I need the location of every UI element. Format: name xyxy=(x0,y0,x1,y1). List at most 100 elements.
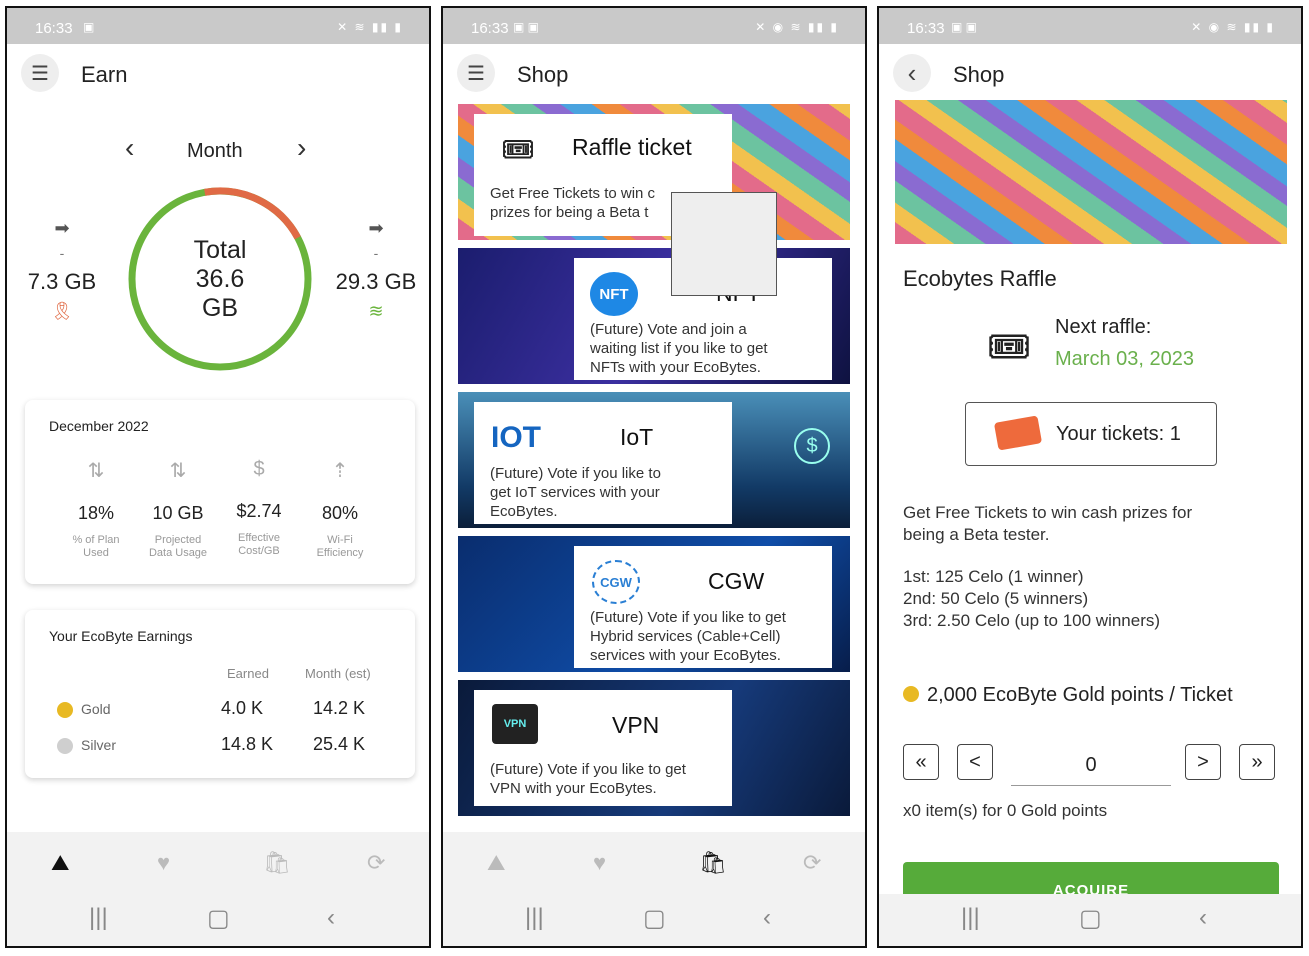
iot-icon: IOT xyxy=(491,421,541,454)
metric-wifi: ⇡ 80% Wi-Fi Efficiency xyxy=(299,458,381,560)
cgw-icon: CGW xyxy=(592,560,640,604)
row-earned: 4.0 K xyxy=(221,698,264,718)
decrease-button[interactable]: < xyxy=(957,744,993,780)
item-title: VPN xyxy=(612,712,660,738)
metric-value: 18% xyxy=(77,503,115,523)
shopping-bag-icon[interactable]: 🛍 xyxy=(699,850,727,876)
shop-item-iot[interactable]: IOT IoT (Future) Vote if you like to get … xyxy=(458,392,850,528)
wifi-arrow-icon: ⇡ xyxy=(331,460,349,482)
menu-icon[interactable]: ☰ xyxy=(457,54,495,92)
back-icon[interactable]: ‹ xyxy=(327,904,335,932)
menu-icon[interactable]: ☰ xyxy=(21,54,59,92)
back-icon[interactable]: ‹ xyxy=(763,904,771,932)
page-title: Shop xyxy=(953,62,1005,87)
system-nav: ||| ▢ ‹ xyxy=(7,894,429,946)
status-time: 16:33 xyxy=(907,20,945,37)
status-time: 16:33 xyxy=(471,20,509,37)
raffle-description: Get Free Tickets to win cash prizes for … xyxy=(903,502,1192,546)
exchange-icon[interactable]: ⟳ xyxy=(367,850,385,876)
item-desc-line: (Future) Vote if you like to xyxy=(490,465,661,482)
your-tickets-button[interactable]: Your tickets: 1 xyxy=(965,402,1217,466)
decrease-max-button[interactable]: « xyxy=(903,744,939,780)
metric-value: 80% xyxy=(321,503,359,523)
chevron-right-icon[interactable]: › xyxy=(297,132,306,164)
next-raffle-date: March 03, 2023 xyxy=(1055,348,1194,370)
shop-item-raffle[interactable]: 🎟 Raffle ticket Get Free Tickets to win … xyxy=(458,104,850,240)
page-title: Shop xyxy=(517,62,569,87)
item-desc-line: Get Free Tickets to win c xyxy=(490,185,656,202)
item-desc: (Future) Vote if you like to get IoT serv… xyxy=(490,464,661,521)
metric-value: $2.74 xyxy=(236,501,282,521)
summary-card: December 2022 ⇅ 18% % of Plan Used ⇅ 10 G… xyxy=(25,400,415,584)
item-desc-line: VPN with your EcoBytes. xyxy=(490,780,657,797)
item-desc-line: prizes for being a Beta t xyxy=(490,204,649,221)
col-month: Month (est) xyxy=(305,666,371,681)
home-icon[interactable]: ▢ xyxy=(1079,904,1102,933)
app-bar: ☰ Shop xyxy=(443,44,865,108)
item-title: IoT xyxy=(620,424,654,450)
wifi-value: 29.3 GB xyxy=(335,269,417,294)
home-icon[interactable]: ▢ xyxy=(207,904,230,933)
metric-label: Efficiency xyxy=(316,547,364,559)
total-label: Total xyxy=(193,236,247,264)
shop-item-nft[interactable]: NFT NFT (Future) Vote and join awaiting … xyxy=(458,248,850,384)
earn-nav-icon[interactable]: ⛰ xyxy=(487,850,505,876)
notification-icon: ▣ xyxy=(83,20,95,34)
cellular-usage: ➡ - 7.3 GB 🎗 xyxy=(17,218,107,322)
period-selector: ‹ Month › xyxy=(7,132,429,166)
status-icons: ✕ ≋ ▮▮ ▮ xyxy=(337,20,403,34)
prize-list: 1st: 125 Celo (1 winner) 2nd: 50 Celo (5… xyxy=(903,566,1160,632)
gold-coin-icon xyxy=(57,702,73,718)
prize-line: 2nd: 50 Celo (5 winners) xyxy=(903,589,1089,608)
summary-title: December 2022 xyxy=(49,418,149,434)
raffle-prize-icon: 🎟 xyxy=(987,328,1031,366)
dollar-coin-icon: $ xyxy=(794,428,830,464)
up-down-arrows-icon: ⇅ xyxy=(169,460,187,482)
page-title: Earn xyxy=(81,62,128,87)
raffle-screen: 16:33 ▣ ▣ ✕ ◉ ≋ ▮▮ ▮ ‹ Shop Ecobytes Raf… xyxy=(877,6,1303,948)
recents-icon[interactable]: ||| xyxy=(525,904,544,932)
quantity-input[interactable]: 0 xyxy=(1011,748,1171,786)
row-earned: 14.8 K xyxy=(221,734,274,754)
earnings-title: Your EcoByte Earnings xyxy=(49,628,193,644)
increase-max-button[interactable]: » xyxy=(1239,744,1275,780)
heart-icon[interactable]: ♥ xyxy=(593,850,606,876)
recents-icon[interactable]: ||| xyxy=(961,904,980,932)
bottom-nav: ⛰ ♥ 🛍 ⟳ xyxy=(443,832,865,894)
wifi-usage: ➡ - 29.3 GB ≋ xyxy=(331,218,421,322)
earn-screen: 16:33 ▣ ✕ ≋ ▮▮ ▮ ☰ Earn ‹ Month › ➡ - 7.… xyxy=(5,6,431,948)
metric-value: 10 GB xyxy=(152,503,204,523)
raffle-heading: Ecobytes Raffle xyxy=(903,266,1057,291)
desc-line: being a Beta tester. xyxy=(903,525,1050,544)
shop-item-vpn[interactable]: VPN VPN (Future) Vote if you like to get… xyxy=(458,680,850,816)
earn-nav-icon[interactable]: ⛰ xyxy=(51,850,69,876)
metric-cost: $ $2.74 Effective Cost/GB xyxy=(218,458,300,558)
item-desc-line: waiting list if you like to get xyxy=(590,340,768,357)
notification-icon: ▣ ▣ xyxy=(951,20,978,34)
row-name: Silver xyxy=(81,737,117,753)
item-desc-line: Hybrid services (Cable+Cell) xyxy=(590,628,781,645)
row-name: Gold xyxy=(81,701,111,717)
metric-label: Wi-Fi xyxy=(327,534,353,546)
item-card: VPN VPN (Future) Vote if you like to get… xyxy=(474,690,732,806)
shop-item-cgw[interactable]: CGW CGW (Future) Vote if you like to get… xyxy=(458,536,850,672)
item-card: CGW CGW (Future) Vote if you like to get… xyxy=(574,546,832,668)
shopping-bag-icon[interactable]: 🛍 xyxy=(263,850,291,876)
heart-icon[interactable]: ♥ xyxy=(157,850,170,876)
ticket-icon xyxy=(993,415,1043,451)
back-arrow-icon[interactable]: ‹ xyxy=(893,54,931,92)
status-bar: 16:33 ▣ ▣ ✕ ◉ ≋ ▮▮ ▮ xyxy=(443,8,865,44)
vpn-laptop-icon: VPN xyxy=(492,704,538,744)
earnings-row-gold: Gold 4.0 K 14.2 K xyxy=(25,696,415,722)
chevron-left-icon[interactable]: ‹ xyxy=(125,132,134,164)
order-summary: x0 item(s) for 0 Gold points xyxy=(903,801,1108,820)
wifi-icon: ≋ xyxy=(368,301,384,321)
home-icon[interactable]: ▢ xyxy=(643,904,666,933)
exchange-icon[interactable]: ⟳ xyxy=(803,850,821,876)
notification-icon: ▣ ▣ xyxy=(513,20,540,34)
increase-button[interactable]: > xyxy=(1185,744,1221,780)
item-desc: (Future) Vote and join a waiting list if … xyxy=(590,320,768,377)
recents-icon[interactable]: ||| xyxy=(89,904,108,932)
back-icon[interactable]: ‹ xyxy=(1199,904,1207,932)
col-earned: Earned xyxy=(227,666,269,681)
